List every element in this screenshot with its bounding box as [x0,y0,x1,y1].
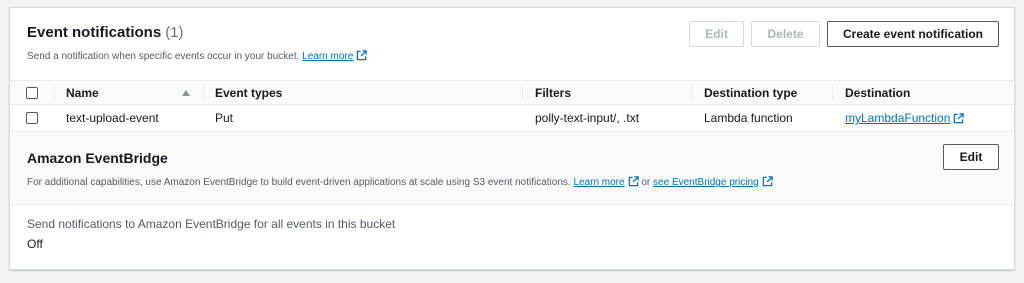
title-text: Event notifications [27,24,162,41]
create-event-notification-button[interactable]: Create event notification [827,21,999,47]
row-filters: polly-text-input/, .txt [535,111,640,125]
title-count: (1) [165,24,184,41]
external-link-icon[interactable] [356,50,368,61]
delete-button[interactable]: Delete [751,21,820,47]
select-all-cell [26,81,38,104]
column-header-filters[interactable]: Filters [535,81,571,104]
table-row: text-upload-event Put polly-text-input/,… [10,105,1014,132]
eventbridge-section: Amazon EventBridge Edit For additional c… [10,132,1014,205]
destination-link[interactable]: myLambdaFunction [845,111,950,125]
column-header-name[interactable]: Name [66,81,99,104]
column-header-destination-type[interactable]: Destination type [704,81,797,104]
eventbridge-learn-more-link[interactable]: Learn more [573,177,624,188]
eventbridge-setting-value: Off [27,237,43,251]
row-checkbox[interactable] [26,112,38,124]
event-notifications-panel: Event notifications (1) Send a notificati… [9,7,1015,270]
or-text: or [641,177,651,188]
table-header: Name Event types Filters Destination typ… [10,80,1014,105]
eventbridge-description: For additional capabilities, use Amazon … [27,176,773,188]
row-select-cell [26,105,38,131]
description-text: Send a notification when specific events… [27,51,300,62]
eventbridge-setting-label: Send notifications to Amazon EventBridge… [27,217,396,231]
external-link-icon[interactable] [628,176,639,187]
sort-ascending-icon[interactable] [182,90,190,96]
eventbridge-pricing-link[interactable]: see EventBridge pricing [653,177,759,188]
row-destination-cell: myLambdaFunction [845,105,965,131]
header-description: Send a notification when specific events… [27,50,368,62]
column-header-event-types[interactable]: Event types [215,81,282,104]
eventbridge-description-text: For additional capabilities, use Amazon … [27,177,571,188]
column-header-destination[interactable]: Destination [845,81,910,104]
edit-button[interactable]: Edit [689,21,744,47]
page-title: Event notifications (1) [27,24,184,41]
external-link-icon[interactable] [953,112,965,124]
learn-more-link[interactable]: Learn more [302,51,353,62]
row-event-types: Put [215,111,234,125]
eventbridge-edit-button[interactable]: Edit [943,144,999,170]
eventbridge-title: Amazon EventBridge [27,150,168,166]
row-destination-type: Lambda function [704,111,793,125]
external-link-icon[interactable] [762,176,773,187]
panel-header: Event notifications (1) Send a notificati… [10,8,1014,80]
select-all-checkbox[interactable] [26,86,38,99]
row-name: text-upload-event [66,111,159,125]
